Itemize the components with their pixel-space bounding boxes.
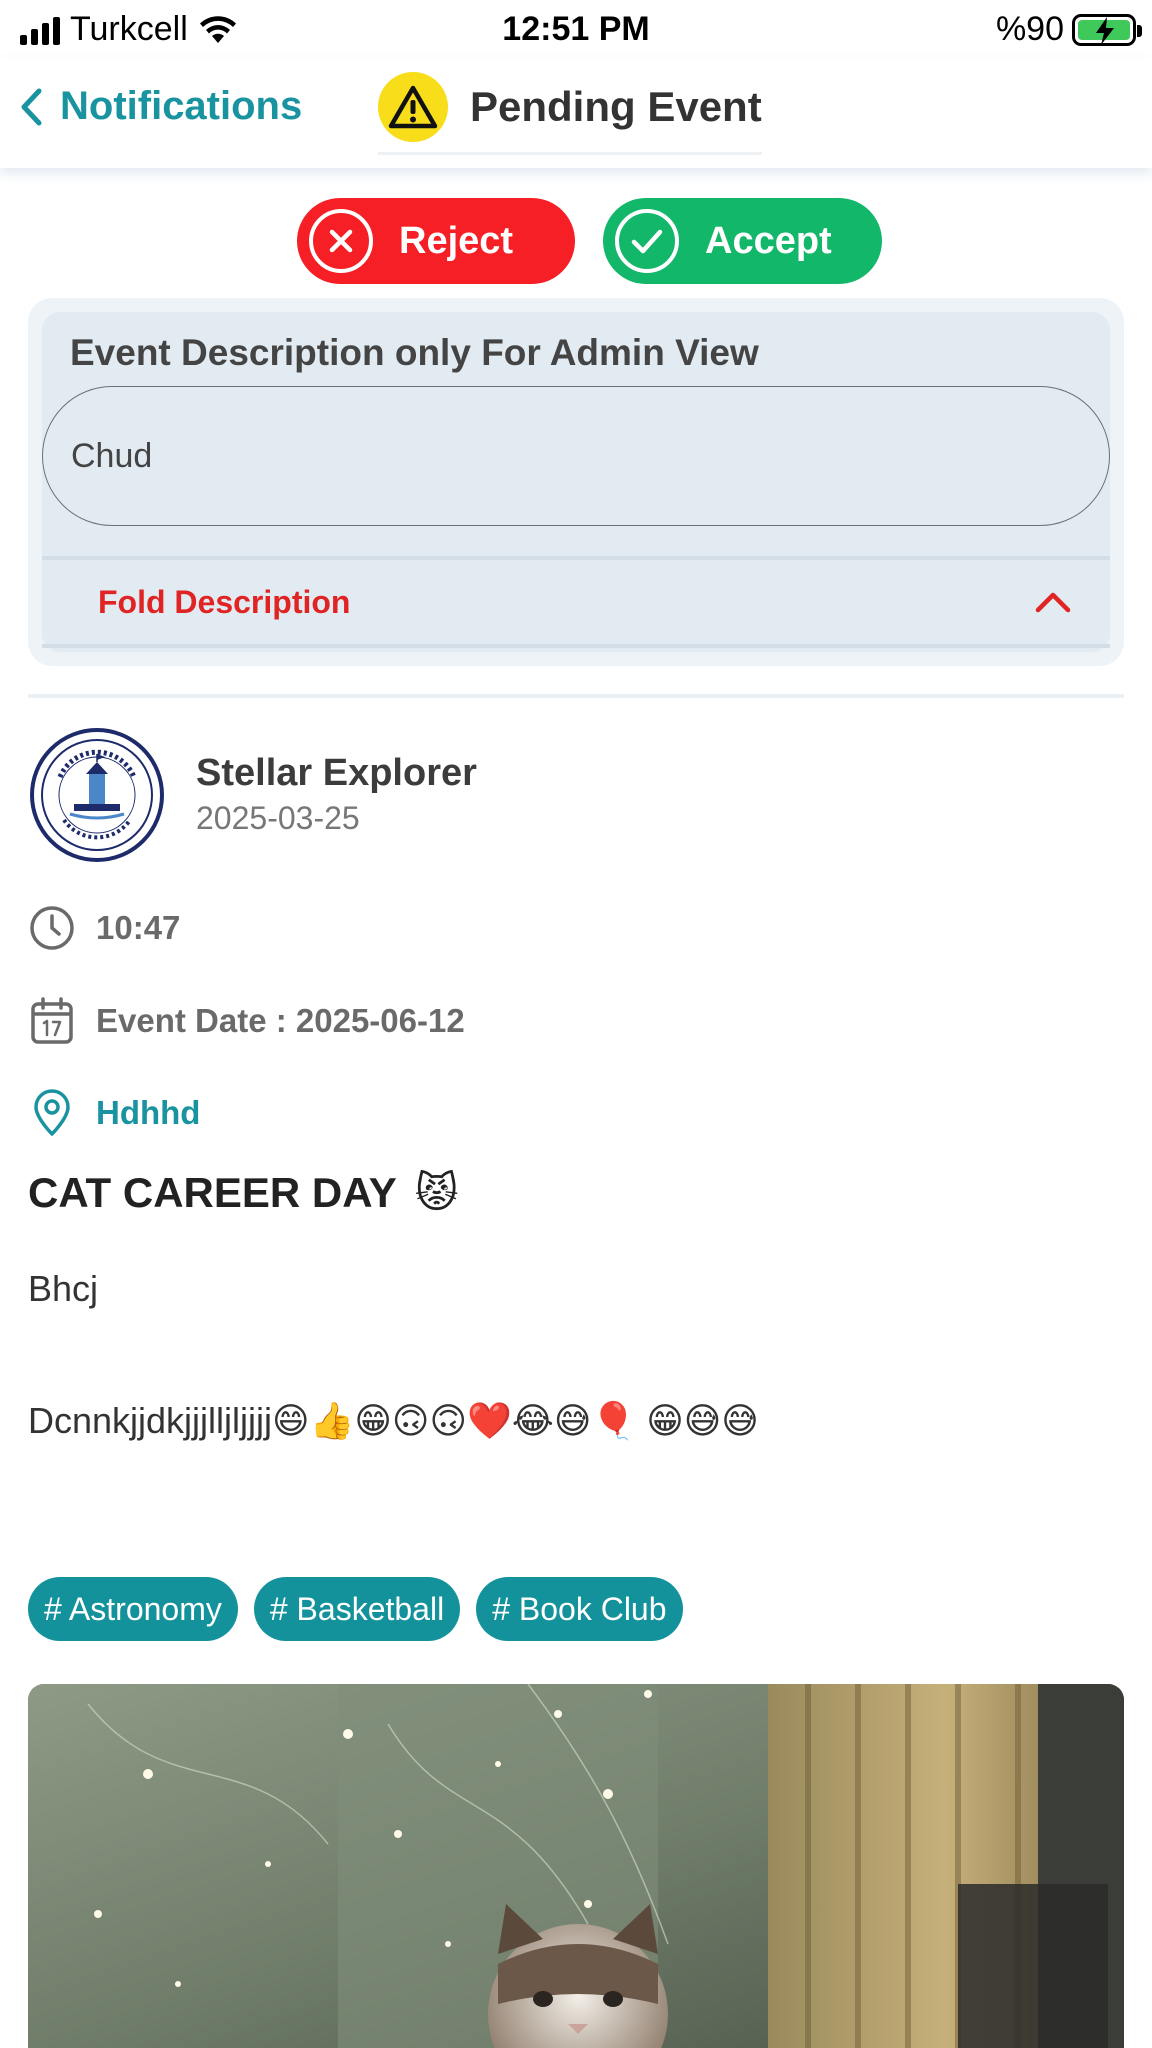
- status-bar: Turkcell 12:51 PM %90: [0, 0, 1152, 58]
- event-location-row[interactable]: Hdhhd: [28, 1088, 200, 1138]
- back-label: Notifications: [60, 84, 303, 128]
- section-divider: [28, 694, 1124, 698]
- organizer-name[interactable]: Stellar Explorer: [196, 752, 477, 795]
- reject-label: Reject: [399, 219, 514, 262]
- warning-icon: [378, 72, 448, 142]
- event-title-text: CAT CAREER DAY: [28, 1168, 397, 1216]
- calendar-icon: [31, 997, 73, 1044]
- event-time-row: 10:47: [28, 904, 180, 952]
- x-circle-icon: [309, 209, 373, 273]
- event-body-line-2: Dcnnkjjdkjjjlljljjjj😄👍😁🙃🙃❤️😂😅🎈 😁😅😅: [28, 1400, 759, 1441]
- back-button[interactable]: Notifications: [18, 84, 302, 129]
- tag-astronomy[interactable]: # Astronomy: [28, 1577, 238, 1641]
- club-logo[interactable]: [30, 728, 164, 862]
- event-time: 10:47: [96, 909, 181, 946]
- accept-button[interactable]: Accept: [603, 198, 882, 284]
- event-photo[interactable]: [28, 1684, 1124, 2048]
- event-date-row: Event Date : 2025-06-12: [28, 996, 465, 1046]
- admin-description-value: Chud: [71, 436, 153, 475]
- tag-basketball[interactable]: # Basketball: [253, 1577, 461, 1641]
- status-right: %90: [995, 10, 1142, 49]
- status-time: 12:51 PM: [502, 10, 650, 48]
- event-body-line-1: Bhcj: [28, 1268, 99, 1309]
- battery-percent: %90: [995, 10, 1064, 48]
- event-title: CAT CAREER DAY 😾: [28, 1168, 459, 1217]
- admin-description-panel: Event Description only For Admin View Ch…: [28, 298, 1124, 666]
- battery-icon: [1072, 13, 1142, 46]
- chevron-up-icon: [1035, 592, 1071, 613]
- accept-label: Accept: [705, 219, 832, 262]
- event-location: Hdhhd: [96, 1094, 201, 1131]
- admin-description-field[interactable]: Chud: [42, 386, 1110, 526]
- fold-description-toggle[interactable]: Fold Description: [42, 556, 1110, 648]
- back-chevron-icon: [21, 88, 42, 125]
- tag-book-club[interactable]: # Book Club: [476, 1577, 683, 1641]
- page-title: Pending Event: [470, 83, 762, 130]
- reject-button[interactable]: Reject: [297, 198, 575, 284]
- pouting-cat-emoji: 😾: [414, 1169, 459, 1216]
- check-circle-icon: [615, 209, 679, 273]
- event-date: Event Date : 2025-06-12: [96, 1002, 465, 1039]
- admin-description-card: Event Description only For Admin View Ch…: [42, 312, 1110, 652]
- tag-list: # Astronomy # Basketball # Book Club: [28, 1577, 683, 1641]
- fold-description-label: Fold Description: [98, 583, 351, 620]
- nav-bar: Notifications Pending Event: [0, 58, 1152, 168]
- nav-title-group: Pending Event: [378, 72, 762, 155]
- post-date: 2025-03-25: [196, 800, 360, 836]
- location-pin-icon: [34, 1089, 70, 1136]
- admin-description-heading: Event Description only For Admin View: [70, 332, 759, 373]
- clock-icon: [30, 906, 74, 950]
